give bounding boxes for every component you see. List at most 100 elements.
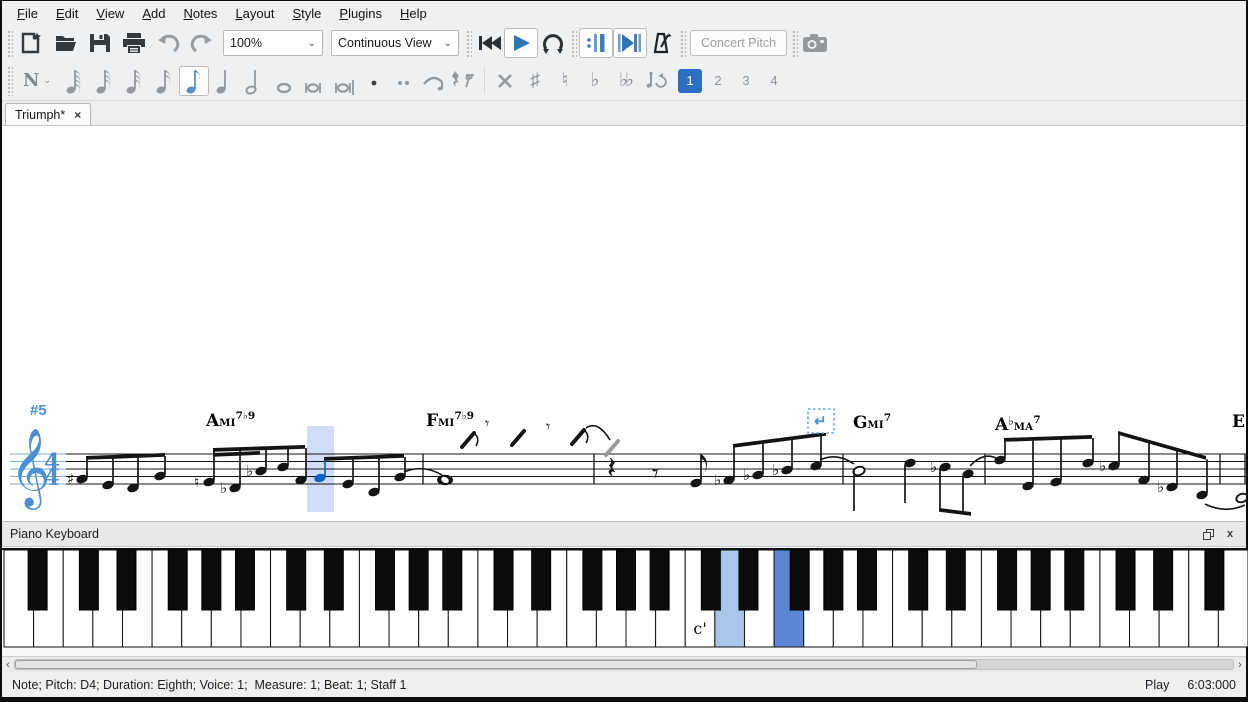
black-key[interactable] (117, 550, 136, 610)
sharp-button[interactable]: ♯ (520, 66, 550, 96)
black-key[interactable] (1205, 550, 1224, 610)
black-key[interactable] (1031, 550, 1050, 610)
image-capture-button[interactable] (800, 28, 830, 58)
black-key[interactable] (739, 550, 758, 610)
toolbar-handle[interactable] (679, 29, 686, 57)
black-key[interactable] (1065, 550, 1084, 610)
menu-view[interactable]: View (87, 4, 133, 23)
voice-1-button[interactable]: 1 (678, 69, 702, 93)
black-key[interactable] (1116, 550, 1135, 610)
augmentation-dot-button[interactable] (359, 66, 389, 96)
scroll-left-icon[interactable]: ‹ (2, 658, 14, 672)
voice-4-button[interactable]: 4 (762, 69, 786, 93)
black-key[interactable] (583, 550, 602, 610)
black-key[interactable] (824, 550, 843, 610)
menu-style[interactable]: Style (283, 4, 330, 23)
black-key[interactable] (443, 550, 462, 610)
duration-quarter-button[interactable] (209, 66, 239, 96)
duration-whole-button[interactable] (269, 66, 299, 96)
black-key[interactable] (650, 550, 669, 610)
menu-notes[interactable]: Notes (174, 4, 226, 23)
duration-64th-button[interactable] (89, 66, 119, 96)
tie-button[interactable] (419, 66, 449, 96)
black-key[interactable] (701, 550, 720, 610)
menu-edit[interactable]: Edit (47, 4, 87, 23)
menu-file[interactable]: File (8, 4, 47, 23)
black-key[interactable] (790, 550, 809, 610)
concert-pitch-button[interactable]: Concert Pitch (690, 30, 787, 56)
flat-button[interactable]: ♭ (580, 66, 610, 96)
black-key[interactable] (494, 550, 513, 610)
chord-symbol[interactable]: AMI7♭9 (206, 410, 255, 431)
duration-128th-button[interactable] (59, 66, 89, 96)
chord-symbol[interactable]: FMI7♭9 (426, 410, 474, 431)
double-sharp-button[interactable] (490, 66, 520, 96)
new-score-button[interactable] (15, 28, 49, 58)
voice-2-button[interactable]: 2 (706, 69, 730, 93)
black-key[interactable] (946, 550, 965, 610)
black-key[interactable] (532, 550, 551, 610)
chord-symbol[interactable]: E (1232, 412, 1245, 432)
black-key[interactable] (79, 550, 98, 610)
black-key[interactable] (1154, 550, 1173, 610)
natural-button[interactable]: ♮ (550, 66, 580, 96)
print-button[interactable] (117, 28, 151, 58)
menu-plugins[interactable]: Plugins (330, 4, 391, 23)
menu-add[interactable]: Add (133, 4, 174, 23)
rest-button[interactable] (449, 66, 479, 96)
black-key[interactable] (857, 550, 876, 610)
scrollbar-thumb[interactable] (15, 660, 977, 669)
black-key[interactable] (998, 550, 1017, 610)
float-panel-icon[interactable] (1200, 526, 1216, 542)
score-view[interactable]: #5 𝄞44♯♮♭♭♭♭♭♭♭♭𝄽𝄾𝄾𝄾↵ AMI7♭9FMI7♭9GMI7A♭… (2, 126, 1246, 521)
rewind-button[interactable] (474, 28, 504, 58)
scroll-right-icon[interactable]: › (1234, 658, 1246, 672)
play-button[interactable] (504, 28, 538, 58)
toolbar-handle[interactable] (465, 29, 472, 57)
black-key[interactable] (324, 550, 343, 610)
black-key[interactable] (168, 550, 187, 610)
duration-32nd-button[interactable] (119, 66, 149, 96)
black-key[interactable] (409, 550, 428, 610)
open-button[interactable] (49, 28, 83, 58)
toolbar-handle[interactable] (6, 29, 13, 57)
black-key[interactable] (376, 550, 395, 610)
chord-symbol[interactable]: A♭MA7 (995, 414, 1041, 435)
black-key[interactable] (617, 550, 636, 610)
redo-button[interactable] (185, 28, 219, 58)
chord-symbol[interactable]: GMI7 (853, 412, 891, 433)
duration-longa-button[interactable] (329, 66, 359, 96)
toolbar-handle[interactable] (6, 65, 13, 96)
zoom-select[interactable]: 100%⌄ (223, 30, 323, 56)
piano-panel-titlebar[interactable]: Piano Keyboard x (2, 521, 1246, 547)
tab-triumph[interactable]: Triumph* × (5, 103, 91, 125)
double-dot-button[interactable] (389, 66, 419, 96)
scrollbar-track[interactable] (14, 659, 1234, 670)
double-flat-button[interactable]: ♭♭ (610, 66, 640, 96)
black-key[interactable] (287, 550, 306, 610)
duration-double-whole-button[interactable] (299, 66, 329, 96)
metronome-button[interactable] (647, 28, 677, 58)
undo-button[interactable] (151, 28, 185, 58)
flip-direction-button[interactable] (640, 66, 670, 96)
black-key[interactable] (202, 550, 221, 610)
voice-3-button[interactable]: 3 (734, 69, 758, 93)
piano-keyboard[interactable]: c' (2, 547, 1246, 656)
black-key[interactable] (28, 550, 47, 610)
close-tab-icon[interactable]: × (74, 108, 81, 122)
black-key[interactable] (909, 550, 928, 610)
duration-half-button[interactable] (239, 66, 269, 96)
duration-eighth-button[interactable] (179, 66, 209, 96)
horizontal-scrollbar[interactable]: ‹ › (2, 656, 1246, 672)
score-canvas[interactable]: 𝄞44♯♮♭♭♭♭♭♭♭♭𝄽𝄾𝄾𝄾↵ (2, 126, 1246, 521)
system-break-icon[interactable]: ↵ (808, 409, 834, 433)
loop-playback-button[interactable] (538, 28, 568, 58)
black-key[interactable] (235, 550, 254, 610)
view-mode-select[interactable]: Continuous View⌄ (331, 30, 459, 56)
note-input-mode-button[interactable]: N ⌄ (15, 66, 59, 96)
play-repeats-toggle[interactable] (579, 28, 613, 58)
duration-16th-button[interactable] (149, 66, 179, 96)
menu-help[interactable]: Help (391, 4, 436, 23)
save-button[interactable] (83, 28, 117, 58)
close-panel-icon[interactable]: x (1222, 526, 1238, 542)
